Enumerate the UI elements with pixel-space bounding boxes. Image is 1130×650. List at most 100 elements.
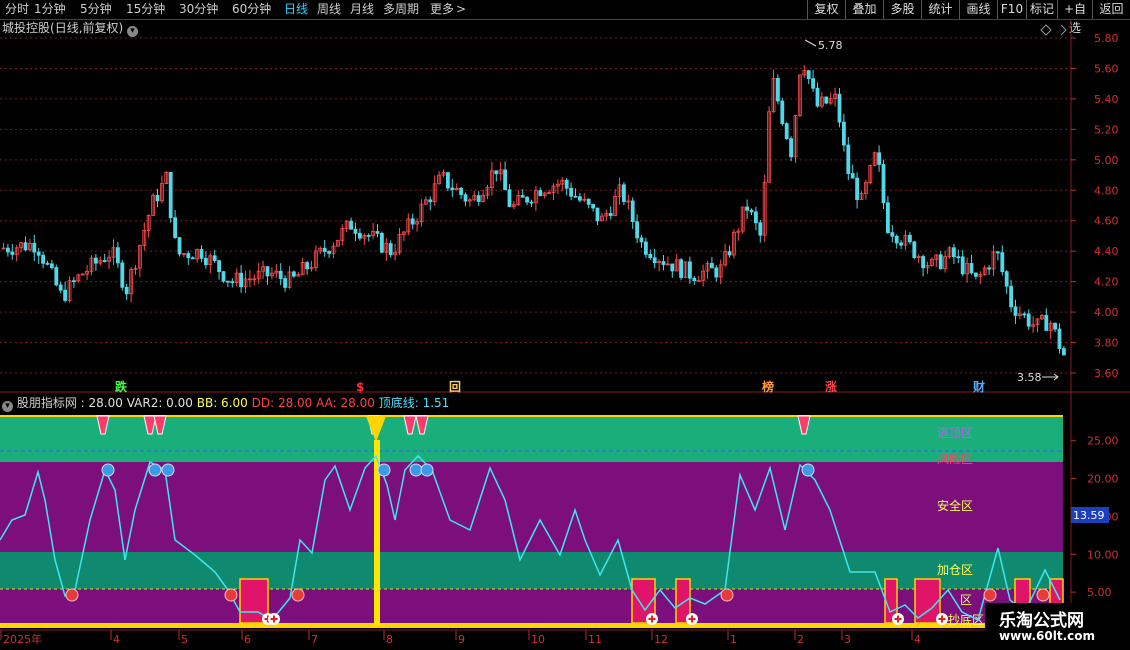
watermark-title: 乐淘公式网 [999,611,1084,631]
high-low-labels: 5.78 3.58 [804,39,1059,384]
candle-body [177,237,182,255]
bottom-ball-marker [224,588,238,602]
candle-body [322,247,327,252]
candle-body [45,262,50,265]
candle-body [661,261,666,265]
candle-body [573,195,578,198]
candle-body [72,280,76,283]
candle-body [938,254,943,270]
time-tick-label: 4 [914,633,921,646]
candle-body [199,249,204,259]
candle-body [811,78,815,89]
candle-body [217,260,222,273]
event-marker[interactable]: 跌 [115,379,128,394]
candle-body [1057,328,1062,349]
price-tick-label: 4.80 [1094,184,1119,197]
time-tick-label: 3 [844,633,851,646]
candle-body [529,201,534,204]
candle-body [956,256,961,259]
candle-body [186,253,191,259]
top-ball-marker [101,463,115,477]
candle-body [881,164,886,204]
candle-body [591,203,595,209]
event-marker[interactable]: 财 [972,379,985,394]
candle-body [1009,285,1013,308]
candle-body [749,209,754,213]
top-ball-marker [420,463,434,477]
candle-body [525,196,529,203]
time-tick-label: 12 [654,633,668,646]
chevron-down-icon[interactable]: ▾ [2,401,13,412]
candle-body [124,286,129,295]
time-tick-label: 11 [588,633,602,646]
candle-body [877,152,881,165]
param-main: 28.00 [88,396,123,410]
candle-body [745,206,749,211]
candle-body [450,187,455,191]
event-marker[interactable]: 回 [449,380,461,394]
candle-body [190,257,195,260]
candle-body [608,213,613,216]
candle-body [890,232,895,237]
price-tick-label: 4.60 [1094,215,1119,228]
candle-body [824,96,829,104]
candle-body [815,87,820,107]
bottom-ball-marker [983,588,997,602]
top-ball-marker [148,463,162,477]
candle-body [679,259,683,278]
param-bb: BB: 6.00 [196,396,248,410]
candle-body [23,242,28,251]
candle-body [908,234,912,243]
candle-body [212,255,217,262]
chevron-right-icon[interactable] [1060,24,1067,36]
candle-body [366,234,371,237]
low-price-label: 3.58 [1017,371,1042,384]
candle-body [503,169,508,191]
candle-body [507,189,512,207]
candle-body [230,281,235,283]
event-marker[interactable]: $ [356,380,364,394]
candle-body [36,251,41,256]
candle-body [63,289,67,301]
time-tick-label: 10 [531,633,545,646]
candle-body [357,232,362,239]
candle-body [912,241,917,258]
candle-body [291,271,296,277]
indicator-name: 股朋指标网 [16,396,77,410]
bottom-signal-block [914,578,941,624]
time-tick-label: 6 [244,633,251,646]
top-ball-marker [801,463,815,477]
zone-label-partial: 区 [960,593,972,607]
candle-body [578,196,582,201]
diamond-icon[interactable] [1040,24,1052,36]
zone-bottom-bar [0,623,1063,628]
candle-body [463,194,468,202]
time-tick-label: 4 [113,633,120,646]
candle-body [221,271,226,282]
indicator-tick-label: 25.00 [1087,435,1119,448]
candle-body [960,256,965,275]
bottom-ball-marker [65,588,79,602]
candle-body [564,179,569,189]
candle-body [388,243,393,256]
zone-label: 逃顶区 [937,426,973,440]
price-axis: 5.80 5.60 5.40 5.20 5.00 4.80 4.60 4.40 4.20 4.00… [1071,32,1119,380]
candle-body [116,247,120,264]
candle-body [987,267,991,270]
indicator-tick-label: 10.00 [1087,548,1119,561]
candle-body [727,251,732,256]
candle-body [168,172,173,219]
event-marker[interactable]: 榜 [762,379,774,394]
candle-body [780,100,785,125]
candle-body [410,218,415,225]
candle-body [644,241,648,255]
candle-body [155,194,160,202]
time-tick-label: 2 [797,633,804,646]
candle-body [41,254,45,264]
event-marker[interactable]: 涨 [825,379,837,394]
bottom-ball-marker [291,588,305,602]
candle-body [996,251,1000,254]
candle-body [10,251,15,255]
indicator-tick-label: 20.00 [1087,473,1119,486]
candle-body [974,272,978,277]
